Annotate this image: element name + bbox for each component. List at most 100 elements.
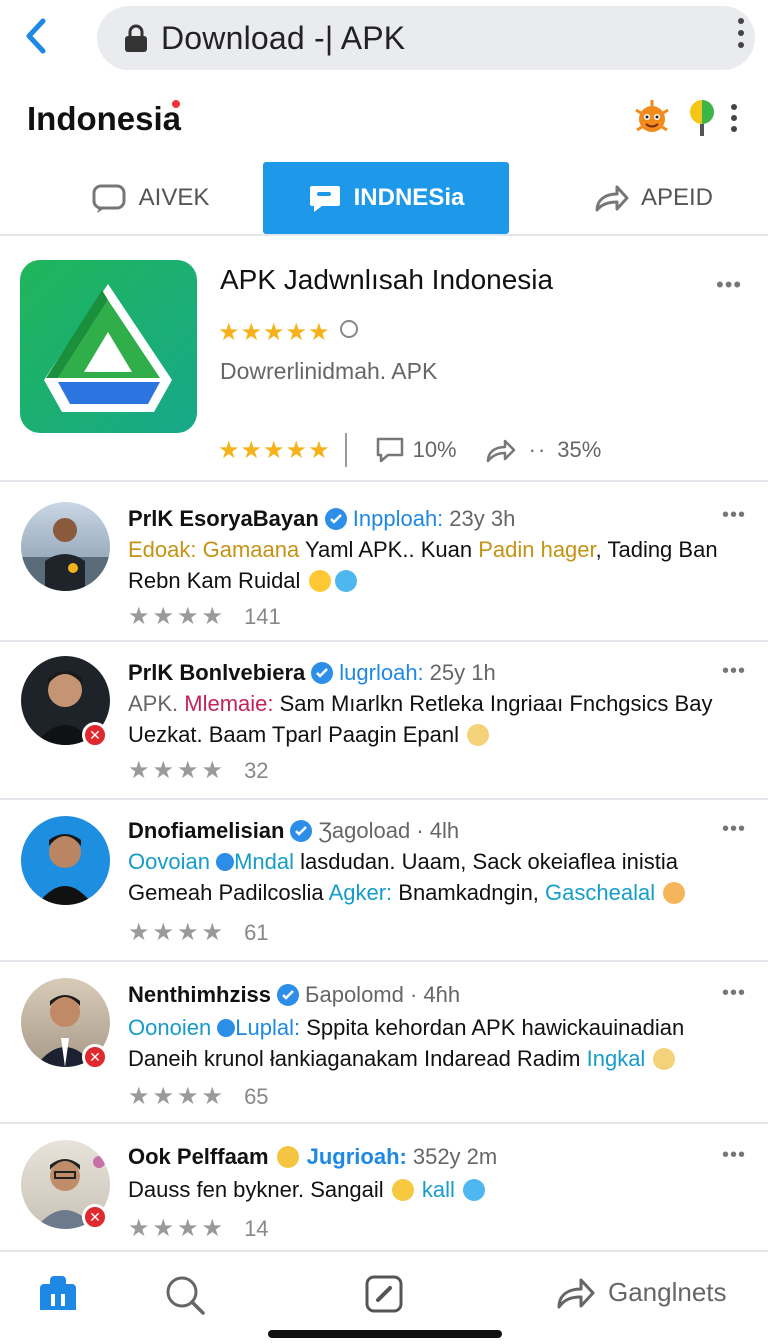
url-text: Download -| APK bbox=[161, 19, 406, 56]
post-text-highlight[interactable]: Mndal bbox=[234, 849, 294, 874]
rating-stars: ★★★★ bbox=[128, 757, 227, 784]
post-text-highlight[interactable]: Luplal: bbox=[235, 1015, 300, 1040]
notification-dot bbox=[170, 98, 182, 110]
nav-search[interactable] bbox=[164, 1274, 206, 1316]
post-text-highlight[interactable]: Agker: bbox=[329, 880, 393, 905]
header-menu-button[interactable] bbox=[729, 104, 739, 132]
app-subtitle: Dowrerlinidmah. APK bbox=[220, 358, 438, 384]
author-handle: Ʒagoload · 4lh bbox=[318, 818, 460, 843]
post-text-highlight[interactable]: Oonoien bbox=[128, 1015, 217, 1040]
smile-emoji-icon bbox=[334, 570, 357, 592]
post-rating: ★★★★ 61 bbox=[128, 918, 269, 947]
share-percent: 35% bbox=[557, 437, 602, 462]
post-text-segment: Daneih krunol łankiaganakam Indaread Rad… bbox=[128, 1046, 587, 1071]
lock-icon bbox=[123, 23, 149, 53]
home-indicator[interactable] bbox=[268, 1330, 502, 1338]
avatar[interactable] bbox=[21, 816, 110, 905]
rating-count: 14 bbox=[244, 1215, 269, 1241]
author-handle[interactable]: Jugrioah: bbox=[307, 1144, 407, 1170]
shy-emoji-icon bbox=[391, 1179, 414, 1201]
post-rating: ★★★★ 65 bbox=[128, 1082, 269, 1111]
thumbs-up-icon bbox=[653, 1048, 676, 1070]
post-header: Dnofiamelisian Ʒagoload · 4lh bbox=[128, 818, 459, 844]
remove-badge-icon[interactable]: ✕ bbox=[82, 1204, 108, 1230]
post-rating: ★★★★ 32 bbox=[128, 756, 269, 785]
browser-menu-button[interactable] bbox=[736, 18, 746, 48]
post-text-highlight[interactable]: Ingkal bbox=[587, 1046, 646, 1071]
crying-emoji-icon bbox=[308, 570, 331, 592]
nav-home[interactable] bbox=[38, 1274, 78, 1312]
feed-post[interactable]: ✕ Ook Pelffaam Jugrioah: 352y 2m ••• Dau… bbox=[0, 1124, 768, 1250]
post-text-highlight[interactable]: Padin hager bbox=[478, 537, 595, 562]
author-name[interactable]: Nenthimhziss bbox=[128, 982, 271, 1008]
comment-icon[interactable] bbox=[375, 436, 405, 464]
rating-stars: ★★★★ bbox=[128, 1215, 227, 1242]
post-text-highlight[interactable]: Mlemaie: bbox=[184, 691, 273, 716]
post-text-highlight[interactable]: Oovoian bbox=[128, 849, 216, 874]
post-header: PrlK EsoryaBayan Inpploah: 23y 3h bbox=[128, 506, 515, 532]
post-text: Edoak: Gamaana Yaml APK.. Kuan Padin hag… bbox=[128, 534, 748, 596]
verified-badge-icon bbox=[277, 984, 300, 1006]
post-rating: ★★★★ 14 bbox=[128, 1214, 269, 1243]
post-text-highlight[interactable]: Edoak: Gamaana bbox=[128, 537, 299, 562]
app-more-button[interactable]: ••• bbox=[716, 272, 742, 298]
smile-emoji-icon bbox=[276, 1146, 299, 1168]
app-rating-stars-2: ★★★★★ bbox=[218, 436, 331, 464]
post-text-segment: APK. bbox=[128, 691, 185, 716]
app-card[interactable]: APK Jadwnlısah Indonesia ••• ★★★★★ Dowre… bbox=[0, 236, 768, 482]
url-bar[interactable]: Download -| APK bbox=[97, 6, 755, 70]
nav-gangnets[interactable]: Ganglnets bbox=[556, 1274, 727, 1310]
lollipop-icon[interactable] bbox=[682, 98, 722, 138]
page-title: Indonesia bbox=[27, 100, 182, 137]
post-more-button[interactable]: ••• bbox=[722, 982, 746, 1005]
feed-post[interactable]: PrlK EsoryaBayan Inpploah: 23y 3h ••• Ed… bbox=[0, 484, 768, 642]
remove-badge-icon[interactable]: ✕ bbox=[82, 1044, 108, 1070]
post-rating: ★★★★ 141 bbox=[128, 602, 281, 631]
comment-percent: 10% bbox=[412, 437, 457, 462]
smile-emoji-icon bbox=[462, 1179, 485, 1201]
author-name[interactable]: PrlK Bonlvebiera bbox=[128, 660, 305, 686]
share-icon bbox=[595, 185, 629, 212]
post-more-button[interactable]: ••• bbox=[722, 660, 746, 683]
author-handle[interactable]: Inpploah: bbox=[353, 506, 444, 532]
tab-label: INDNESia bbox=[353, 184, 465, 211]
author-name[interactable]: Dnofiamelisian bbox=[128, 818, 284, 844]
tab-label: APEID bbox=[640, 184, 714, 211]
tab-apeid[interactable]: APEID bbox=[578, 162, 728, 234]
rating-count: 141 bbox=[244, 603, 281, 629]
feed-post[interactable]: ✕ Nenthimhziss Бapolomd · 4ɦh ••• Oonoie… bbox=[0, 962, 768, 1124]
back-button[interactable] bbox=[16, 14, 56, 58]
author-handle[interactable]: lugrloah: bbox=[339, 660, 423, 686]
feed-post[interactable]: Dnofiamelisian Ʒagoload · 4lh ••• Oovoia… bbox=[0, 800, 768, 962]
share-icon[interactable] bbox=[485, 436, 517, 464]
tab-aivek[interactable]: AIVEK bbox=[70, 162, 230, 234]
post-text-segment: lasdudan. Uaam, Sack okeiaflea inistia bbox=[293, 849, 678, 874]
smile-emoji-icon bbox=[663, 882, 686, 904]
feed-post[interactable]: ✕ PrlK Bonlvebiera lugrloah: 25y 1h ••• … bbox=[0, 642, 768, 800]
remove-badge-icon[interactable]: ✕ bbox=[82, 722, 108, 748]
rating-stars: ★★★★ bbox=[128, 603, 227, 630]
post-time: 23y 3h bbox=[449, 506, 516, 531]
nav-compose[interactable] bbox=[364, 1274, 404, 1314]
rating-count: 32 bbox=[244, 757, 269, 783]
post-text-segment: Sppita kehordan APK hawickauinadian bbox=[300, 1015, 685, 1040]
app-logo-icon[interactable] bbox=[20, 260, 197, 433]
author-name[interactable]: Ook Pelffaam bbox=[128, 1144, 269, 1170]
post-text-segment: Dauss fen bykner. Sangail bbox=[128, 1177, 390, 1202]
browser-toolbar: Download -| APK bbox=[0, 0, 768, 80]
rating-count: 65 bbox=[244, 1083, 269, 1109]
tab-indnesia[interactable]: INDNESia bbox=[263, 162, 509, 234]
edit-icon bbox=[365, 1275, 403, 1313]
author-name[interactable]: PrlK EsoryaBayan bbox=[128, 506, 319, 532]
sun-mascot-icon[interactable] bbox=[632, 98, 672, 138]
thumbs-up-icon bbox=[467, 724, 490, 746]
post-text-segment: Uezkat. Baam Tparl Paagin Epanl bbox=[128, 722, 459, 747]
post-text-highlight[interactable]: Gaschealal bbox=[545, 880, 655, 905]
post-more-button[interactable]: ••• bbox=[722, 504, 746, 527]
post-text-segment: , Tading Ban bbox=[595, 537, 718, 562]
post-more-button[interactable]: ••• bbox=[722, 1144, 746, 1167]
avatar[interactable] bbox=[21, 502, 110, 591]
post-text-highlight[interactable]: kall bbox=[422, 1177, 455, 1202]
app-rating-stars: ★★★★★ bbox=[218, 319, 331, 346]
post-more-button[interactable]: ••• bbox=[722, 818, 746, 841]
